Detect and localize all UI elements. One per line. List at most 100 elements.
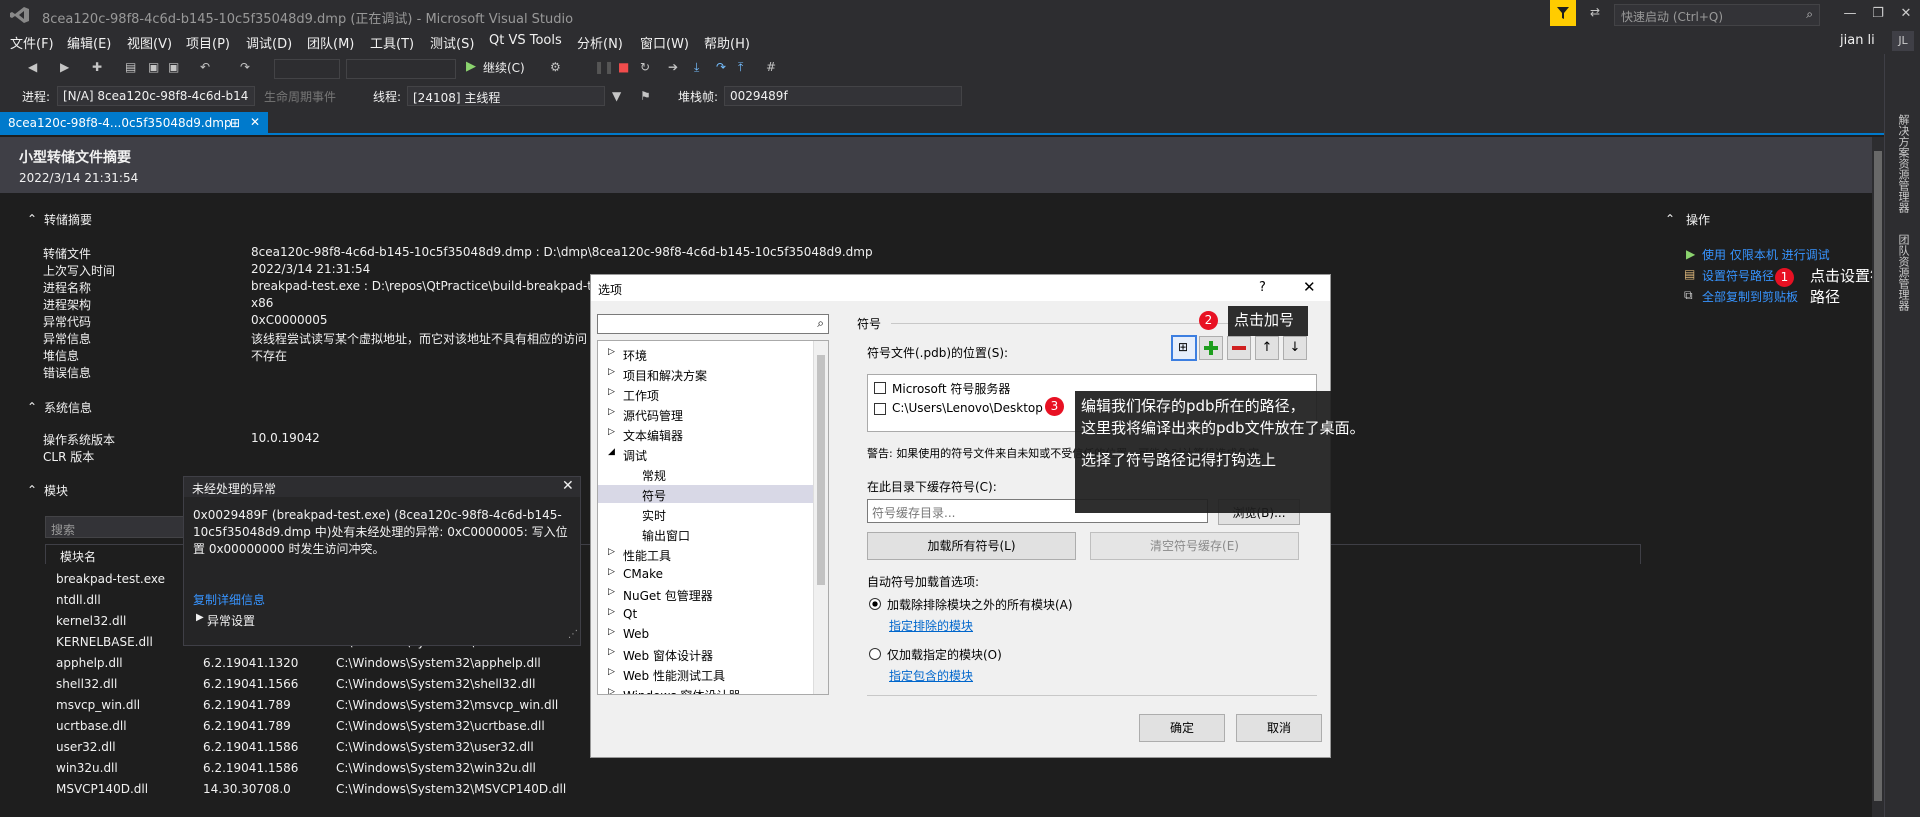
- exception-settings[interactable]: 异常设置: [207, 612, 255, 629]
- pause-icon[interactable]: ❚❚: [594, 60, 614, 74]
- expand-icon[interactable]: ▷: [608, 547, 615, 557]
- menu-project[interactable]: 项目(P): [186, 33, 230, 52]
- move-down-button[interactable]: ↓: [1283, 336, 1307, 360]
- continue-play-icon[interactable]: ▶: [466, 59, 476, 74]
- collapse-modules-icon[interactable]: ⌃: [27, 483, 37, 497]
- desktop-path-checkbox[interactable]: [874, 403, 886, 415]
- close-dialog-icon[interactable]: ✕: [1303, 278, 1316, 296]
- expand-icon[interactable]: ▷: [608, 667, 615, 677]
- tree-item[interactable]: ▷ 文本编辑器: [598, 425, 828, 443]
- menu-debug[interactable]: 调试(D): [246, 33, 292, 52]
- load-all-except-label[interactable]: 加载除排除模块之外的所有模块(A): [887, 596, 1073, 613]
- menu-file[interactable]: 文件(F): [10, 33, 54, 52]
- team-explorer-tab[interactable]: 团队资源管理器: [1895, 234, 1911, 311]
- menu-analyze[interactable]: 分析(N): [577, 33, 623, 52]
- tree-item[interactable]: ▷ CMake: [598, 565, 828, 583]
- tree-item[interactable]: ▷ 工作项: [598, 385, 828, 403]
- load-all-except-radio[interactable]: [869, 598, 881, 610]
- tree-item[interactable]: ▷ 源代码管理: [598, 405, 828, 423]
- new-folder-button[interactable]: ⊞: [1171, 335, 1197, 361]
- add-location-button[interactable]: [1199, 336, 1223, 360]
- menu-qt-vs-tools[interactable]: Qt VS Tools: [489, 33, 562, 48]
- module-name[interactable]: ntdll.dll: [56, 593, 101, 607]
- close-tab-icon[interactable]: ✕: [250, 115, 260, 129]
- platform-dropdown[interactable]: [346, 59, 456, 79]
- module-name[interactable]: KERNELBASE.dll: [56, 635, 153, 649]
- back-icon[interactable]: ◀: [28, 60, 37, 74]
- forward-icon[interactable]: ▶: [60, 60, 69, 74]
- move-up-button[interactable]: ↑: [1255, 336, 1279, 360]
- module-name[interactable]: user32.dll: [56, 740, 116, 754]
- solution-explorer-tab[interactable]: 解决方案资源管理器: [1895, 114, 1911, 213]
- module-name[interactable]: apphelp.dll: [56, 656, 123, 670]
- scrollbar-thumb[interactable]: [1874, 151, 1882, 801]
- module-search-box[interactable]: 搜索: [45, 516, 185, 538]
- user-avatar[interactable]: JL: [1892, 31, 1914, 51]
- menu-team[interactable]: 团队(M): [307, 33, 354, 52]
- show-next-statement-icon[interactable]: ➔: [668, 60, 678, 74]
- expand-icon[interactable]: ▷: [608, 607, 615, 617]
- collapse-system-icon[interactable]: ⌃: [27, 400, 37, 414]
- user-name[interactable]: jian li: [1840, 33, 1875, 48]
- module-name[interactable]: MSVCP140D.dll: [56, 782, 148, 796]
- flag-icon[interactable]: ⚑: [640, 89, 651, 103]
- tree-item[interactable]: ◢ 调试: [598, 445, 828, 463]
- expand-icon[interactable]: ▷: [608, 567, 615, 577]
- resize-grip-icon[interactable]: ⋰: [568, 629, 578, 640]
- module-name[interactable]: shell32.dll: [56, 677, 117, 691]
- process-dropdown[interactable]: [N/A] 8cea120c-98f8-4c6d-b14: [57, 86, 255, 106]
- undo-icon[interactable]: ↶: [200, 60, 210, 74]
- tree-item[interactable]: 符号: [598, 485, 828, 503]
- help-button[interactable]: ?: [1259, 280, 1266, 295]
- redo-icon[interactable]: ↷: [240, 60, 250, 74]
- filter-icon[interactable]: ▼: [612, 89, 621, 103]
- tree-item[interactable]: 实时: [598, 505, 828, 523]
- vertical-scrollbar[interactable]: [1872, 137, 1884, 817]
- load-all-symbols-button[interactable]: 加载所有符号(L): [867, 532, 1076, 560]
- ms-symbol-server-label[interactable]: Microsoft 符号服务器: [892, 380, 1010, 397]
- modules-heading[interactable]: 模块: [44, 482, 68, 499]
- continue-button[interactable]: 继续(C): [483, 59, 525, 76]
- open-file-icon[interactable]: ▤: [125, 60, 136, 74]
- quick-launch-box[interactable]: 快速启动 (Ctrl+Q) ⌕: [1614, 4, 1820, 26]
- tree-item[interactable]: ▷ 环境: [598, 345, 828, 363]
- expand-icon[interactable]: ▷: [608, 627, 615, 637]
- stack-frame-dropdown[interactable]: 0029489f: [724, 86, 962, 106]
- step-over-icon[interactable]: ↷: [716, 60, 726, 74]
- lifecycle-events[interactable]: 生命周期事件: [264, 88, 336, 105]
- debug-native-link[interactable]: 使用 仅限本机 进行调试: [1702, 246, 1830, 263]
- document-tab[interactable]: 8cea120c-98f8-4...0c5f35048d9.dmp ⊞ ✕: [0, 112, 268, 135]
- menu-tools[interactable]: 工具(T): [370, 33, 414, 52]
- included-modules-link[interactable]: 指定包含的模块: [889, 667, 973, 684]
- menu-view[interactable]: 视图(V): [127, 33, 172, 52]
- quick-launch-input[interactable]: 快速启动 (Ctrl+Q): [1621, 8, 1723, 25]
- expand-icon[interactable]: ▷: [608, 347, 615, 357]
- restart-icon[interactable]: ↻: [640, 60, 650, 74]
- module-name[interactable]: ucrtbase.dll: [56, 719, 127, 733]
- module-name-column[interactable]: 模块名: [60, 548, 96, 565]
- tree-item[interactable]: ▷ Qt: [598, 605, 828, 623]
- set-symbol-path-link[interactable]: 设置符号路径: [1702, 267, 1774, 284]
- excluded-modules-link[interactable]: 指定排除的模块: [889, 617, 973, 634]
- save-icon[interactable]: ▣: [148, 60, 159, 74]
- remove-location-button[interactable]: [1227, 336, 1251, 360]
- copy-details-link[interactable]: 复制详细信息: [193, 591, 265, 608]
- expand-icon[interactable]: ▷: [608, 387, 615, 397]
- step-into-icon[interactable]: ⤓: [694, 60, 699, 75]
- save-all-icon[interactable]: ▣: [168, 60, 179, 74]
- expand-icon[interactable]: ▷: [608, 687, 615, 694]
- expand-icon[interactable]: ▷: [608, 367, 615, 377]
- pin-icon[interactable]: ⊞: [230, 116, 240, 130]
- new-project-icon[interactable]: ✚: [92, 60, 102, 74]
- notification-filter-icon[interactable]: [1550, 0, 1576, 26]
- system-info-heading[interactable]: 系统信息: [44, 399, 92, 416]
- cancel-button[interactable]: 取消: [1236, 714, 1322, 742]
- clear-cache-button[interactable]: 清空符号缓存(E): [1090, 532, 1299, 560]
- module-search-input[interactable]: 搜索: [51, 521, 75, 538]
- collapse-icon[interactable]: ◢: [608, 447, 615, 457]
- config-dropdown[interactable]: [274, 59, 340, 79]
- hex-icon[interactable]: #: [766, 60, 776, 74]
- live-share-icon[interactable]: ⇄: [1590, 5, 1600, 19]
- module-name[interactable]: kernel32.dll: [56, 614, 126, 628]
- thread-dropdown[interactable]: [24108] 主线程: [407, 86, 605, 106]
